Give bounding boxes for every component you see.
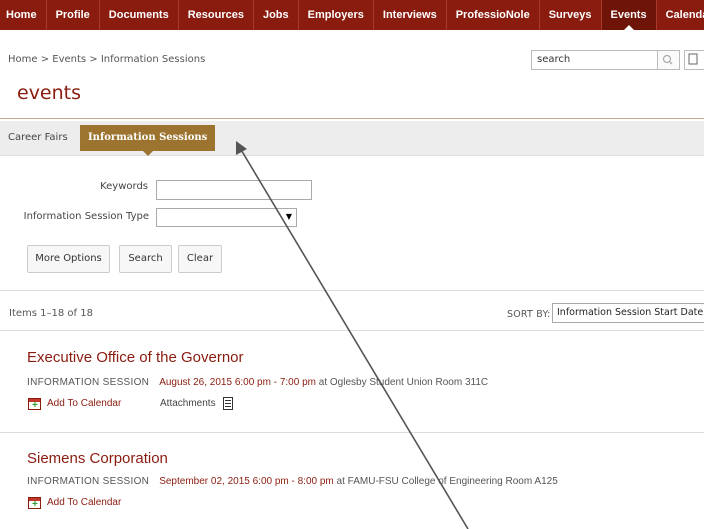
divider: [0, 290, 704, 291]
add-to-calendar-link[interactable]: Add To Calendar: [47, 398, 121, 409]
event-details: INFORMATION SESSION August 26, 2015 6:00 …: [27, 377, 488, 388]
event-title-link[interactable]: Siemens Corporation: [27, 450, 168, 467]
nav-professionole[interactable]: ProfessioNole: [447, 0, 540, 30]
calendar-add-icon[interactable]: [28, 497, 41, 512]
nav-calendar[interactable]: Calendar: [657, 0, 704, 30]
nav-documents[interactable]: Documents: [100, 0, 179, 30]
divider: [0, 118, 704, 119]
print-icon: [688, 53, 698, 65]
event-title-link[interactable]: Executive Office of the Governor: [27, 349, 244, 366]
page-title: events: [17, 82, 82, 104]
nav-resources[interactable]: Resources: [179, 0, 254, 30]
nav-profile[interactable]: Profile: [47, 0, 100, 30]
search-input[interactable]: search: [531, 50, 658, 70]
keywords-label: Keywords: [100, 181, 148, 192]
items-count: Items 1–18 of 18: [9, 308, 93, 319]
search-submit-button[interactable]: Search: [119, 245, 172, 273]
more-options-button[interactable]: More Options: [27, 245, 110, 273]
divider: [0, 432, 704, 433]
nav-jobs[interactable]: Jobs: [254, 0, 299, 30]
sort-label: SORT BY:: [507, 309, 551, 320]
event-date: August 26, 2015 6:00 pm - 7:00 pm: [159, 377, 316, 388]
breadcrumb[interactable]: Home > Events > Information Sessions: [8, 54, 205, 65]
divider: [0, 330, 704, 331]
event-location: at Oglesby Student Union Room 311C: [315, 377, 489, 388]
nav-home[interactable]: Home: [0, 0, 47, 30]
clear-button[interactable]: Clear: [178, 245, 222, 273]
keywords-input[interactable]: [156, 180, 312, 200]
attachments-link[interactable]: Attachments: [160, 398, 216, 409]
event-location: at FAMU-FSU College of Engineering Room …: [333, 476, 558, 487]
search-icon: [662, 54, 673, 65]
event-date: September 02, 2015 6:00 pm - 8:00 pm: [159, 476, 334, 487]
search-button[interactable]: [658, 50, 680, 70]
tab-career-fairs[interactable]: Career Fairs: [0, 125, 76, 151]
nav-surveys[interactable]: Surveys: [540, 0, 602, 30]
calendar-add-icon[interactable]: [28, 398, 41, 413]
tab-information-sessions[interactable]: Information Sessions: [80, 125, 216, 156]
sort-select[interactable]: Information Session Start Date: [552, 303, 704, 323]
document-icon[interactable]: [223, 397, 233, 410]
add-to-calendar-link[interactable]: Add To Calendar: [47, 497, 121, 508]
tab-bar: Career Fairs Information Sessions: [0, 121, 704, 156]
event-type: INFORMATION SESSION: [27, 377, 150, 388]
session-type-label: Information Session Type: [23, 211, 149, 222]
session-type-select[interactable]: ▼: [156, 208, 297, 227]
event-details: INFORMATION SESSION September 02, 2015 6:…: [27, 476, 558, 487]
nav-employers[interactable]: Employers: [299, 0, 374, 30]
nav-interviews[interactable]: Interviews: [374, 0, 447, 30]
event-type: INFORMATION SESSION: [27, 476, 150, 487]
dropdown-arrow-icon: ▼: [285, 212, 292, 221]
print-button[interactable]: [684, 50, 704, 70]
top-navigation: Home Profile Documents Resources Jobs Em…: [0, 0, 704, 30]
nav-events[interactable]: Events: [601, 0, 657, 30]
